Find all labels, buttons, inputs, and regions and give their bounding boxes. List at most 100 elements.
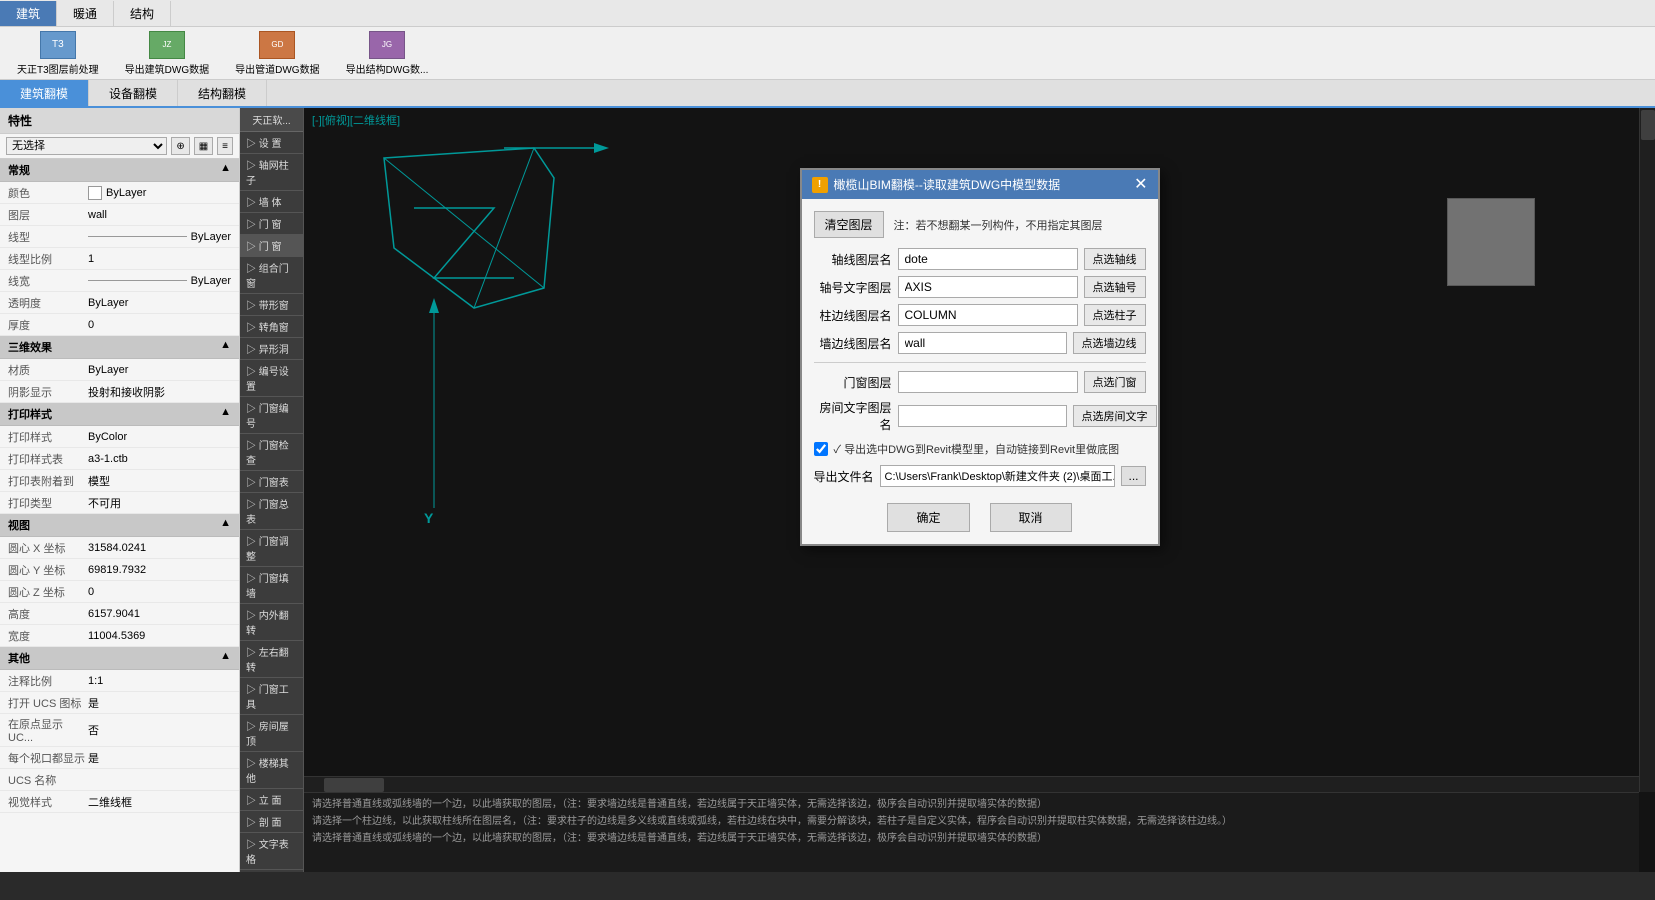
menu-section[interactable]: ▷ 剖 面 [240, 811, 303, 833]
field-row-axis-layer: 轴线图层名 点选轴线 [814, 248, 1146, 270]
input-wall-layer[interactable] [898, 332, 1067, 354]
input-door-layer[interactable] [898, 371, 1078, 393]
menu-settings[interactable]: ▷ 设 置 [240, 132, 303, 154]
modal-footer: 确定 取消 [814, 499, 1146, 532]
prop-row-thickness: 厚度 0 [0, 314, 239, 336]
btn-select-room[interactable]: 点选房间文字 [1073, 405, 1157, 427]
file-row: 导出文件名 C:\Users\Frank\Desktop\新建文件夹 (2)\桌… [814, 465, 1146, 487]
subtab-jzfm[interactable]: 建筑翻模 [0, 80, 89, 106]
prop-row-material: 材质 ByLayer [0, 359, 239, 381]
menu-elevation[interactable]: ▷ 立 面 [240, 789, 303, 811]
btn-select-wall[interactable]: 点选墙边线 [1073, 332, 1146, 354]
prop-row-all-vp: 每个视口都显示 是 [0, 747, 239, 769]
clear-layer-btn[interactable]: 清空图层 [814, 211, 884, 238]
menu-axis[interactable]: ▷ 轴网柱子 [240, 154, 303, 191]
prop-row-ptype: 打印类型 不可用 [0, 492, 239, 514]
menu-text-table[interactable]: ▷ 文字表格 [240, 833, 303, 870]
toolbar-btn-t3[interactable]: GD 导出管道DWG数据 [226, 28, 328, 79]
menu-wall[interactable]: ▷ 墙 体 [240, 191, 303, 213]
prop-row-width: 宽度 11004.5369 [0, 625, 239, 647]
no-selection-select[interactable]: 无选择 [6, 137, 167, 155]
menu-inout-flip[interactable]: ▷ 内外翻转 [240, 604, 303, 641]
field-row-wall-layer: 墙边线图层名 点选墙边线 [814, 332, 1146, 354]
prop-row-linetype: 线型 ByLayer [0, 226, 239, 248]
prop-btn1[interactable]: ⊕ [171, 137, 189, 155]
section-view: 视图▲ [0, 514, 239, 537]
input-axis-text[interactable] [898, 276, 1078, 298]
prop-btn3[interactable]: ≡ [217, 137, 233, 155]
prop-row-cx: 圆心 X 坐标 31584.0241 [0, 537, 239, 559]
prop-row-pstyle: 打印样式 ByColor [0, 426, 239, 448]
tab-nt[interactable]: 暖通 [57, 1, 114, 26]
browse-btn[interactable]: ... [1121, 466, 1145, 486]
menu-odd-hole[interactable]: ▷ 异形洞 [240, 338, 303, 360]
menu-dw-total[interactable]: ▷ 门窗总表 [240, 493, 303, 530]
menu-stairs[interactable]: ▷ 楼梯其他 [240, 752, 303, 789]
checkbox-label: ✓ 导出选中DWG到Revit模型里，自动链接到Revit里做底图 [834, 441, 1120, 457]
canvas-area[interactable]: [-][俯视][二维线框] Y [304, 108, 1655, 872]
menu-dw-adjust[interactable]: ▷ 门窗调整 [240, 530, 303, 567]
ok-button[interactable]: 确定 [887, 503, 969, 532]
input-room-text[interactable] [898, 405, 1067, 427]
warn-icon: ! [812, 177, 828, 193]
prop-row-ucs-icon: 打开 UCS 图标 是 [0, 692, 239, 714]
menu-dim[interactable]: ▷ 尺寸标注 [240, 870, 303, 872]
menu-room-roof[interactable]: ▷ 房间屋顶 [240, 715, 303, 752]
tab-jz[interactable]: 建筑 [0, 1, 57, 26]
modal-body: 清空图层 注：若不想翻某一列构件，不用指定其图层 轴线图层名 点选轴线 [802, 199, 1158, 544]
menu-dw-table[interactable]: ▷ 门窗表 [240, 471, 303, 493]
toolbar-btn-t2[interactable]: JZ 导出建筑DWG数据 [116, 28, 218, 79]
menu-dw-tools[interactable]: ▷ 门窗工具 [240, 678, 303, 715]
export-checkbox[interactable] [814, 442, 828, 456]
menu-door-win2[interactable]: ▷ 门 窗 [240, 235, 303, 257]
prop-row-pstyle-table: 打印样式表 a3-1.ctb [0, 448, 239, 470]
input-col-layer[interactable] [898, 304, 1078, 326]
prop-row-cz: 圆心 Z 坐标 0 [0, 581, 239, 603]
btn-select-door[interactable]: 点选门窗 [1084, 371, 1146, 393]
btn-select-col[interactable]: 点选柱子 [1084, 304, 1146, 326]
menu-lr-flip[interactable]: ▷ 左右翻转 [240, 641, 303, 678]
btn-select-axis[interactable]: 点选轴线 [1084, 248, 1146, 270]
menu-corner-win[interactable]: ▷ 转角窗 [240, 316, 303, 338]
menu-strip-win[interactable]: ▷ 带形窗 [240, 294, 303, 316]
field-row-room-text: 房间文字图层名 点选房间文字 [814, 399, 1146, 433]
dialog-note: 注：若不想翻某一列构件，不用指定其图层 [894, 217, 1103, 233]
cancel-button[interactable]: 取消 [990, 503, 1072, 532]
field-row-axis-text: 轴号文字图层 点选轴号 [814, 276, 1146, 298]
subtab-jgfm[interactable]: 结构翻模 [178, 80, 267, 106]
input-axis-layer[interactable] [898, 248, 1078, 270]
properties-header: 特性 [0, 108, 239, 134]
toolbar-btn-t1[interactable]: T3 天正T3图层前处理 [8, 28, 108, 79]
menu-door-win[interactable]: ▷ 门 窗 [240, 213, 303, 235]
toolbar-btn-t4[interactable]: JG 导出结构DWG数... [337, 28, 438, 79]
prop-row-shadow: 阴影显示 投射和接收阴影 [0, 381, 239, 403]
prop-row-annscale: 注释比例 1:1 [0, 670, 239, 692]
prop-row-height: 高度 6157.9041 [0, 603, 239, 625]
modal-dialog: ! 橄榄山BIM翻模--读取建筑DWG中模型数据 ✕ 清空图层 注：若不想翻某一… [800, 168, 1160, 546]
prop-row-color: 颜色 ByLayer [0, 182, 239, 204]
file-path-display: C:\Users\Frank\Desktop\新建文件夹 (2)\桌面工... [880, 465, 1116, 487]
prop-row-pstyle-attach: 打印表附着到 模型 [0, 470, 239, 492]
modal-titlebar: ! 橄榄山BIM翻模--读取建筑DWG中模型数据 ✕ [802, 170, 1158, 199]
prop-row-ltscale: 线型比例 1 [0, 248, 239, 270]
prop-row-ucs-origin: 在原点显示 UC... 否 [0, 714, 239, 747]
prop-row-linewidth: 线宽 ByLayer [0, 270, 239, 292]
menu-num-settings[interactable]: ▷ 编号设置 [240, 360, 303, 397]
tianzheng-header: 天正软... [240, 108, 303, 132]
color-swatch [88, 186, 102, 200]
menu-dw-fill[interactable]: ▷ 门窗填墙 [240, 567, 303, 604]
properties-panel: 特性 无选择 ⊕ ▦ ≡ 常规▲ 颜色 ByLayer 图层 wall 线型 [0, 108, 240, 872]
modal-overlay: ! 橄榄山BIM翻模--读取建筑DWG中模型数据 ✕ 清空图层 注：若不想翻某一… [304, 108, 1655, 872]
menu-dw-num[interactable]: ▷ 门窗编号 [240, 397, 303, 434]
prop-row-layer: 图层 wall [0, 204, 239, 226]
menu-combined-win[interactable]: ▷ 组合门窗 [240, 257, 303, 294]
field-row-col-layer: 柱边线图层名 点选柱子 [814, 304, 1146, 326]
modal-close-btn[interactable]: ✕ [1134, 177, 1147, 193]
prop-btn2[interactable]: ▦ [194, 137, 213, 155]
btn-select-axis-num[interactable]: 点选轴号 [1084, 276, 1146, 298]
field-row-door-layer: 门窗图层 点选门窗 [814, 371, 1146, 393]
tab-jg[interactable]: 结构 [114, 1, 171, 26]
menu-dw-check[interactable]: ▷ 门窗检查 [240, 434, 303, 471]
section-3d: 三维效果▲ [0, 336, 239, 359]
subtab-sbfm[interactable]: 设备翻模 [89, 80, 178, 106]
